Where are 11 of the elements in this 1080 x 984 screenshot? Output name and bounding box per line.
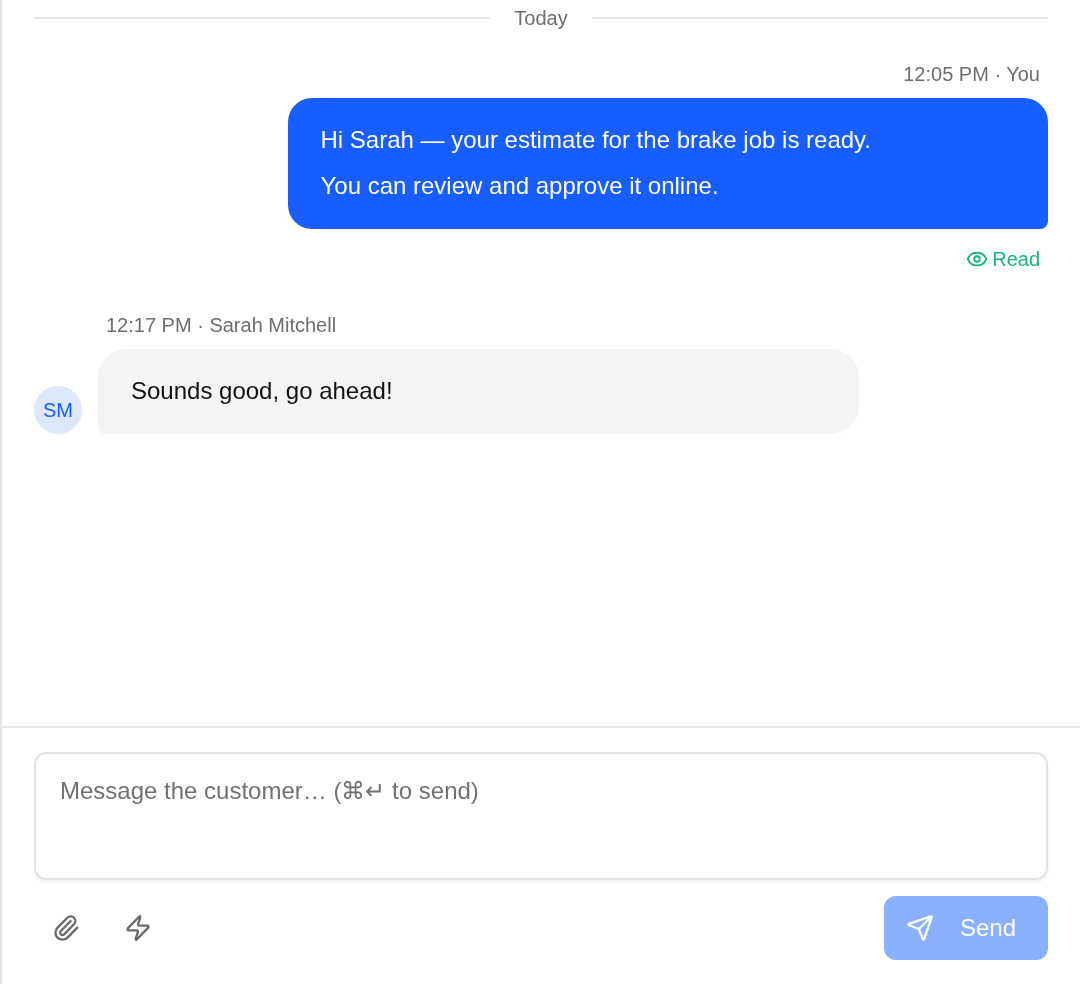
message-bubble: Hi Sarah — your estimate for the brake job is ready. You can review and approve it online. bbox=[287, 98, 1048, 229]
message-meta: 12:17 PM · Sarah Mitchell bbox=[106, 313, 337, 337]
lightning-icon bbox=[124, 914, 152, 942]
read-receipt: Read bbox=[992, 247, 1040, 271]
send-icon bbox=[905, 914, 934, 942]
message-meta: 12:05 PM · You bbox=[903, 62, 1040, 86]
avatar: SM bbox=[34, 386, 82, 434]
paperclip-icon bbox=[52, 914, 80, 942]
message-field[interactable]: Message the customer… (⌘↵ to send) bbox=[34, 752, 1048, 880]
date-divider-label: Today bbox=[514, 6, 568, 30]
message-bubble: Sounds good, go ahead! bbox=[98, 349, 859, 434]
